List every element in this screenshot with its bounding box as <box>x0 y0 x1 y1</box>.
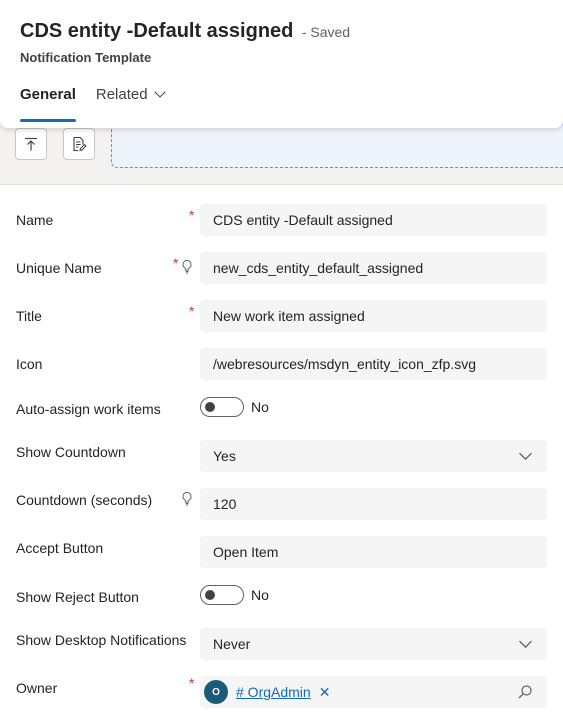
upload-arrow-icon <box>25 137 37 151</box>
icon-path-input[interactable]: /webresources/msdyn_entity_icon_zfp.svg <box>200 348 547 380</box>
required-indicator: * <box>189 675 195 691</box>
remove-owner-icon[interactable]: ✕ <box>319 684 331 701</box>
row-countdown: Countdown (seconds) 120 <box>0 488 563 520</box>
title-input[interactable]: New work item assigned <box>200 300 547 332</box>
countdown-label: Countdown (seconds) <box>16 492 153 508</box>
owner-label: Owner <box>16 680 58 696</box>
auto-assign-label: Auto-assign work items <box>16 401 161 417</box>
accept-button-label: Accept Button <box>16 540 104 556</box>
show-countdown-label: Show Countdown <box>16 444 126 460</box>
upload-button[interactable] <box>15 128 47 160</box>
row-show-countdown: Show Countdown Yes <box>0 440 563 472</box>
show-countdown-value: Yes <box>213 448 236 464</box>
auto-assign-toggle-group: No <box>200 391 269 423</box>
required-indicator: * <box>189 207 195 223</box>
chevron-down-icon <box>519 447 532 460</box>
search-icon[interactable] <box>517 684 533 700</box>
show-reject-label: Show Reject Button <box>16 589 139 605</box>
desktop-notifications-value: Never <box>213 636 251 652</box>
required-indicator: * <box>173 255 179 271</box>
file-drop-zone[interactable] <box>111 124 563 168</box>
show-countdown-select[interactable]: Yes <box>200 440 547 472</box>
required-indicator: * <box>189 303 195 319</box>
row-desktop-notifications: Show Desktop Notifications Never <box>0 628 563 660</box>
toggle-knob <box>205 402 215 412</box>
row-name: Name * CDS entity -Default assigned <box>0 204 563 236</box>
owner-lookup[interactable]: O # OrgAdmin ✕ <box>200 676 547 708</box>
tab-general-label: General <box>20 86 76 103</box>
owner-link[interactable]: # OrgAdmin <box>236 684 311 700</box>
entity-type-label: Notification Template <box>20 50 152 65</box>
toggle-knob <box>205 590 215 600</box>
row-owner: Owner * O # OrgAdmin ✕ <box>0 675 563 708</box>
save-status: - Saved <box>301 24 351 40</box>
tab-list: General Related <box>20 86 184 122</box>
unique-name-label: Unique Name <box>16 260 102 276</box>
lightbulb-icon[interactable] <box>181 491 193 507</box>
icon-label: Icon <box>16 356 43 372</box>
row-auto-assign: Auto-assign work items No <box>0 391 563 423</box>
row-icon: Icon /webresources/msdyn_entity_icon_zfp… <box>0 348 563 380</box>
chevron-down-icon <box>153 86 166 98</box>
tab-related[interactable]: Related <box>95 86 166 122</box>
auto-assign-toggle[interactable] <box>200 397 244 417</box>
show-reject-value: No <box>251 587 269 603</box>
row-accept-button: Accept Button Open Item <box>0 536 563 568</box>
edit-document-icon <box>73 136 87 152</box>
record-title: CDS entity -Default assigned <box>20 20 294 42</box>
row-title: Title * New work item assigned <box>0 300 563 332</box>
unique-name-input[interactable]: new_cds_entity_default_assigned <box>200 252 547 284</box>
auto-assign-value: No <box>251 399 269 415</box>
record-header: CDS entity -Default assigned - Saved Not… <box>0 0 563 128</box>
lightbulb-icon[interactable] <box>181 259 193 275</box>
title-label: Title <box>16 308 42 324</box>
edit-document-button[interactable] <box>63 128 95 160</box>
general-form: Name * CDS entity -Default assigned Uniq… <box>0 184 563 727</box>
name-input[interactable]: CDS entity -Default assigned <box>200 204 547 236</box>
row-show-reject: Show Reject Button No <box>0 579 563 611</box>
show-reject-toggle[interactable] <box>200 585 244 605</box>
desktop-notifications-label: Show Desktop Notifications <box>16 632 187 648</box>
show-reject-toggle-group: No <box>200 579 269 611</box>
chevron-down-icon <box>519 635 532 648</box>
toolbar <box>0 124 563 178</box>
accept-button-input[interactable]: Open Item <box>200 536 547 568</box>
row-unique-name: Unique Name * new_cds_entity_default_ass… <box>0 252 563 284</box>
avatar: O <box>204 680 228 704</box>
title-row: CDS entity -Default assigned - Saved <box>20 20 350 43</box>
name-label: Name <box>16 212 54 228</box>
countdown-input[interactable]: 120 <box>200 488 547 520</box>
tab-related-label: Related <box>95 86 148 103</box>
tab-general[interactable]: General <box>20 86 76 122</box>
desktop-notifications-select[interactable]: Never <box>200 628 547 660</box>
